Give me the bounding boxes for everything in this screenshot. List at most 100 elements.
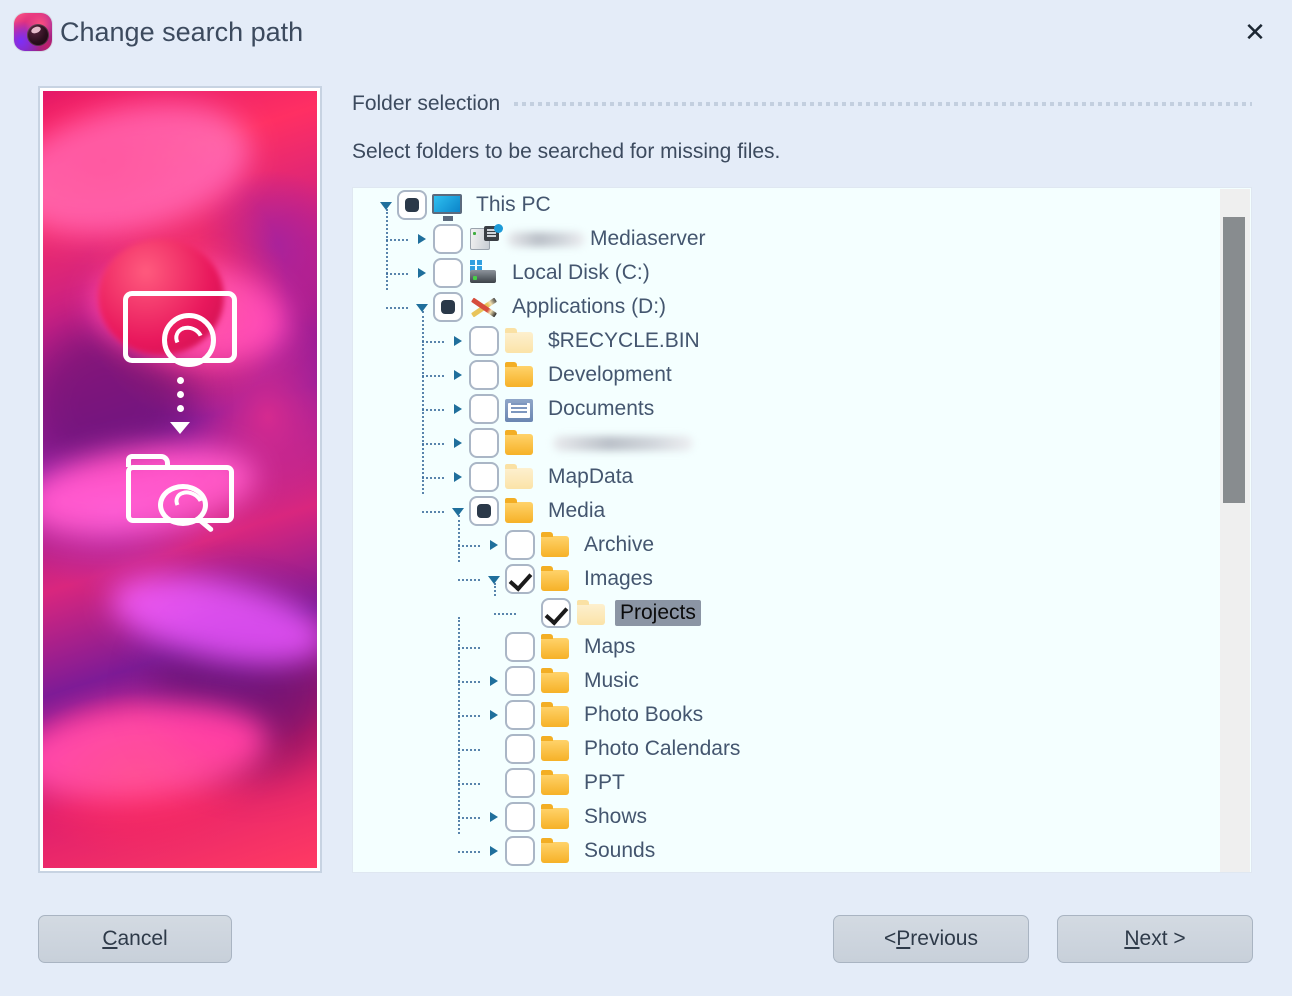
chevron-right-icon[interactable] [447,324,469,358]
tree-row[interactable]: Photo Books [353,698,1221,732]
tree-checkbox[interactable] [541,598,571,628]
chevron-right-icon[interactable] [483,698,505,732]
cancel-button[interactable]: Cancel [38,915,232,963]
tree-checkbox[interactable] [505,564,535,594]
tree-row[interactable]: Media [353,494,1221,528]
tree-row[interactable]: Maps [353,630,1221,664]
tree-checkbox[interactable] [469,428,499,458]
tree-row[interactable]: PPT [353,766,1221,800]
tree-row[interactable]: Sounds [353,834,1221,868]
folder-icon [540,702,570,728]
tree-row[interactable]: Images [353,562,1221,596]
tree-checkbox[interactable] [505,734,535,764]
tree-row[interactable]: Documents [353,392,1221,426]
tree-row[interactable]: Music [353,664,1221,698]
folder-pale-icon [576,600,606,626]
tree-item-label: Shows [579,804,652,830]
tree-checkbox[interactable] [469,462,499,492]
tree-checkbox[interactable] [469,394,499,424]
tree-row[interactable]: Applications (D:) [353,290,1221,324]
tree-row[interactable]: Development [353,358,1221,392]
tree-row[interactable]: This PC [353,188,1221,222]
chevron-down-icon[interactable] [447,494,469,528]
chevron-right-icon[interactable] [447,358,469,392]
chevron-right-icon[interactable] [447,392,469,426]
folder-tree[interactable]: This PC Mediaserver Local Disk (C:) Applica… [352,187,1252,873]
section-subtitle: Select folders to be searched for missin… [352,140,780,164]
preview-icon-stack [43,291,317,526]
tree-row[interactable] [353,426,1221,460]
tree-checkbox[interactable] [505,700,535,730]
chevron-right-icon[interactable] [411,256,433,290]
chevron-right-icon[interactable] [447,426,469,460]
tree-item-label: Sounds [579,838,660,864]
folder-icon [540,770,570,796]
tree-checkbox[interactable] [505,530,535,560]
chevron-right-icon[interactable] [411,222,433,256]
tree-item-label: Media [543,498,610,524]
chevron-right-icon[interactable] [483,800,505,834]
redacted-text [507,232,585,247]
preview-panel [38,86,322,873]
chevron-down-icon[interactable] [411,290,433,324]
tree-checkbox[interactable] [505,768,535,798]
tree-twisty-empty [483,732,505,766]
server-icon [468,226,498,252]
folder-pale-icon [504,328,534,354]
chevron-right-icon[interactable] [483,834,505,868]
tree-scrollbar-track[interactable] [1220,189,1250,873]
next-button[interactable]: Next > [1057,915,1253,963]
tree-checkbox[interactable] [505,666,535,696]
tree-item-label: Development [543,362,677,388]
chevron-down-icon[interactable] [375,188,397,222]
monitor-icon [432,192,462,218]
tree-row[interactable]: $RECYCLE.BIN [353,324,1221,358]
tree-row[interactable]: MapData [353,460,1221,494]
camera-lens-icon [14,13,52,51]
close-icon[interactable]: ✕ [1236,14,1274,50]
folder-icon [504,362,534,388]
tree-item-label: This PC [471,192,556,218]
tree-item-label: Images [579,566,658,592]
tree-checkbox[interactable] [505,802,535,832]
tree-row[interactable]: Projects [353,596,1221,630]
tree-row[interactable]: Photo Calendars [353,732,1221,766]
tree-row[interactable]: Mediaserver [353,222,1221,256]
tree-item-label: Applications (D:) [507,294,671,320]
chevron-right-icon[interactable] [483,664,505,698]
chevron-right-icon[interactable] [483,528,505,562]
folder-icon [540,634,570,660]
tree-item-label: Music [579,668,644,694]
tree-checkbox[interactable] [433,224,463,254]
tree-checkbox[interactable] [433,292,463,322]
tree-checkbox[interactable] [469,360,499,390]
tree-item-label: Projects [615,600,701,626]
screen-lens-icon [123,291,237,363]
tree-checkbox[interactable] [505,632,535,662]
folder-pale-icon [504,464,534,490]
dotted-arrow-icon [170,377,190,434]
tree-checkbox[interactable] [397,190,427,220]
tree-item-label: Maps [579,634,640,660]
folder-icon [540,838,570,864]
tree-item-label: Photo Calendars [579,736,745,762]
tree-checkbox[interactable] [505,836,535,866]
tree-checkbox[interactable] [469,326,499,356]
tree-checkbox[interactable] [433,258,463,288]
tree-item-label [543,442,553,444]
previous-button[interactable]: < Previous [833,915,1029,963]
tree-checkbox[interactable] [469,496,499,526]
header-dotted-rule [514,102,1252,106]
tree-row[interactable]: Archive [353,528,1221,562]
folder-tree-rows: This PC Mediaserver Local Disk (C:) Applica… [353,188,1221,868]
chevron-right-icon[interactable] [447,460,469,494]
documents-icon [504,396,534,422]
tree-row[interactable]: Local Disk (C:) [353,256,1221,290]
folder-icon [540,566,570,592]
tree-row[interactable]: Shows [353,800,1221,834]
chevron-down-icon[interactable] [483,562,505,596]
pens-icon [468,294,498,320]
tree-item-label: Mediaserver [585,226,711,252]
title-bar: Change search path ✕ [0,0,1292,62]
tree-scrollbar-thumb[interactable] [1223,217,1245,503]
